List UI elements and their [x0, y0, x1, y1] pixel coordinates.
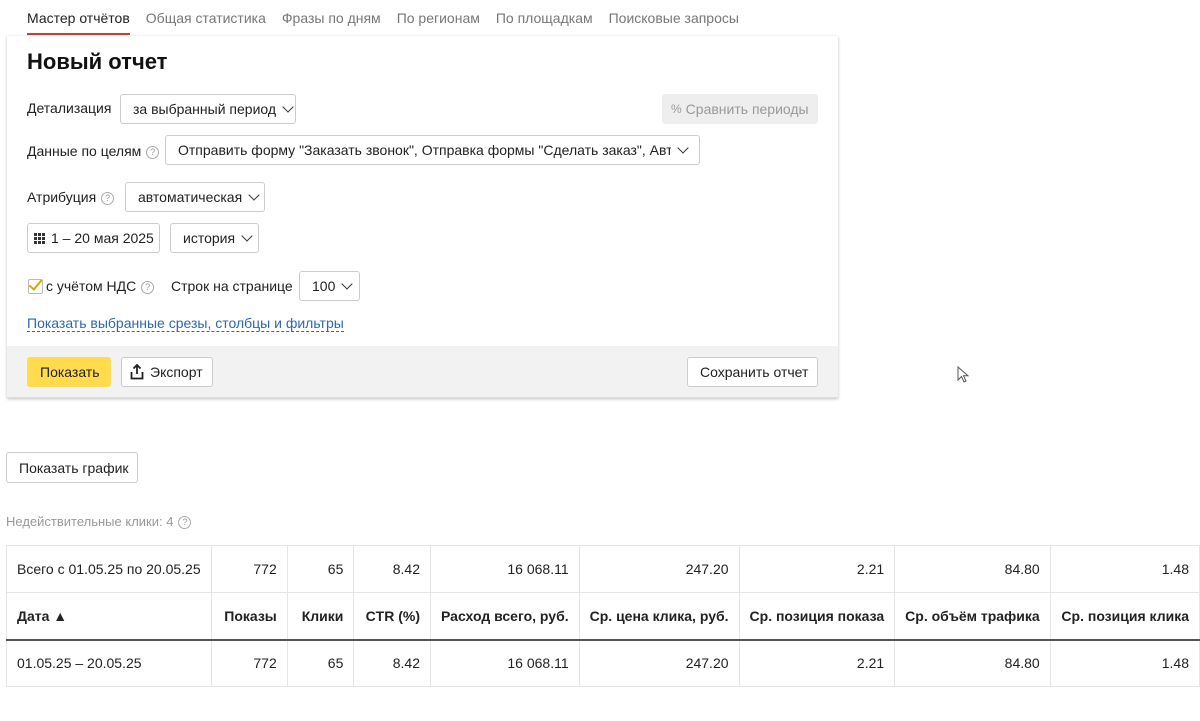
detail-label: Детализация	[27, 100, 112, 116]
history-select-value: история	[183, 230, 236, 246]
checkmark-icon	[28, 276, 43, 291]
table-cell: 01.05.25 – 20.05.25	[6, 639, 212, 687]
table-cell: 1.48	[1049, 639, 1200, 687]
detail-select[interactable]: за выбранный период	[120, 94, 296, 124]
report-form-panel: Новый отчет Детализация за выбранный пер…	[7, 36, 838, 398]
show-button-label: Показать	[40, 364, 100, 380]
rows-per-page-label: Строк на странице	[171, 278, 293, 294]
chevron-down-icon	[248, 189, 260, 201]
total-impressions: 772	[210, 545, 288, 593]
show-chart-button[interactable]: Показать график	[6, 452, 138, 483]
compare-periods-button[interactable]: % Сравнить периоды	[662, 94, 818, 124]
tab-phrases-by-day[interactable]: Фразы по дням	[282, 0, 381, 26]
goals-select-value: Отправить форму "Заказать звонок", Отпра…	[178, 142, 671, 158]
table-header-row: Дата ▲ Показы Клики CTR (%) Расход всего…	[6, 592, 1200, 641]
table-cell: 772	[210, 639, 288, 687]
chevron-down-icon	[341, 278, 354, 290]
attribution-select[interactable]: автоматическая	[125, 182, 265, 212]
total-avg-cpc: 247.20	[578, 545, 740, 593]
export-icon	[130, 364, 144, 380]
total-avg-click-position: 1.48	[1049, 545, 1200, 593]
mouse-cursor-icon	[957, 366, 969, 383]
report-tabs: Мастер отчётов Общая статистика Фразы по…	[27, 0, 755, 36]
date-range-value: 1 – 20 мая 2025	[51, 230, 154, 246]
chevron-down-icon	[282, 101, 294, 113]
total-avg-traffic-volume: 84.80	[894, 545, 1051, 593]
goals-label-group: Данные по целям?	[27, 143, 160, 159]
total-avg-impression-position: 2.21	[738, 545, 896, 593]
compare-periods-label: Сравнить периоды	[685, 101, 809, 117]
detail-select-value: за выбранный период	[133, 101, 277, 117]
help-icon[interactable]: ?	[178, 516, 192, 529]
calendar-icon	[34, 232, 45, 244]
show-button[interactable]: Показать	[27, 357, 111, 387]
help-icon[interactable]: ?	[141, 281, 155, 294]
attribution-label-group: Атрибуция?	[27, 189, 115, 205]
invalid-clicks-group: Недействительные клики: 4?	[6, 514, 192, 529]
column-header-avg-cpc[interactable]: Ср. цена клика, руб.	[578, 592, 740, 641]
table-cell: 8.42	[353, 639, 431, 687]
column-header-date[interactable]: Дата ▲	[6, 592, 212, 641]
total-spend: 16 068.11	[430, 545, 580, 593]
table-row: 01.05.25 – 20.05.25 772 65 8.42 16 068.1…	[6, 639, 1200, 687]
show-slices-link[interactable]: Показать выбранные срезы, столбцы и филь…	[27, 315, 344, 332]
help-icon[interactable]: ?	[101, 192, 115, 205]
statistics-table: Всего с 01.05.25 по 20.05.25 772 65 8.42…	[6, 545, 1200, 687]
vat-label: с учётом НДС	[46, 278, 137, 294]
goals-select[interactable]: Отправить форму "Заказать звонок", Отпра…	[165, 135, 700, 165]
column-header-impressions[interactable]: Показы	[210, 592, 288, 641]
compare-icon: %	[671, 102, 682, 116]
goals-label: Данные по целям	[27, 143, 142, 159]
total-row-label: Всего с 01.05.25 по 20.05.25	[6, 545, 212, 593]
total-row: Всего с 01.05.25 по 20.05.25 772 65 8.42…	[6, 545, 1200, 593]
table-cell: 65	[286, 639, 355, 687]
date-range-picker[interactable]: 1 – 20 мая 2025	[27, 223, 160, 253]
vat-label-group: с учётом НДС?	[46, 278, 155, 294]
table-cell: 247.20	[578, 639, 740, 687]
save-report-label: Сохранить отчет	[700, 364, 809, 380]
history-select[interactable]: история	[170, 223, 259, 253]
column-header-avg-impression-position[interactable]: Ср. позиция показа	[738, 592, 896, 641]
tab-report-master[interactable]: Мастер отчётов	[27, 0, 130, 35]
column-header-spend[interactable]: Расход всего, руб.	[430, 592, 580, 641]
tab-search-queries[interactable]: Поисковые запросы	[609, 0, 739, 26]
column-header-ctr[interactable]: CTR (%)	[353, 592, 431, 641]
tab-by-platforms[interactable]: По площадкам	[496, 0, 593, 26]
total-clicks: 65	[286, 545, 355, 593]
column-header-clicks[interactable]: Клики	[286, 592, 355, 641]
tab-general-stats[interactable]: Общая статистика	[146, 0, 266, 26]
vat-checkbox[interactable]	[28, 276, 43, 294]
chevron-down-icon	[241, 230, 253, 242]
rows-per-page-value: 100	[312, 278, 336, 294]
export-button[interactable]: Экспорт	[121, 357, 213, 387]
rows-per-page-select[interactable]: 100	[299, 271, 360, 301]
column-header-avg-click-position[interactable]: Ср. позиция клика	[1049, 592, 1200, 641]
table-cell: 16 068.11	[430, 639, 580, 687]
column-header-avg-traffic-volume[interactable]: Ср. объём трафика	[894, 592, 1051, 641]
page-title: Новый отчет	[27, 49, 168, 74]
save-report-button[interactable]: Сохранить отчет	[687, 357, 818, 387]
export-button-label: Экспорт	[150, 364, 203, 380]
chevron-down-icon	[677, 142, 689, 154]
show-chart-label: Показать график	[19, 459, 129, 476]
invalid-clicks-text: Недействительные клики: 4	[6, 514, 174, 529]
total-ctr: 8.42	[353, 545, 431, 593]
table-cell: 84.80	[894, 639, 1051, 687]
attribution-label: Атрибуция	[27, 189, 97, 205]
table-cell: 2.21	[738, 639, 896, 687]
attribution-select-value: автоматическая	[138, 189, 243, 205]
tab-by-regions[interactable]: По регионам	[397, 0, 480, 26]
form-footer: Показать Экспорт Сохранить отчет	[7, 346, 838, 397]
help-icon[interactable]: ?	[146, 146, 160, 159]
